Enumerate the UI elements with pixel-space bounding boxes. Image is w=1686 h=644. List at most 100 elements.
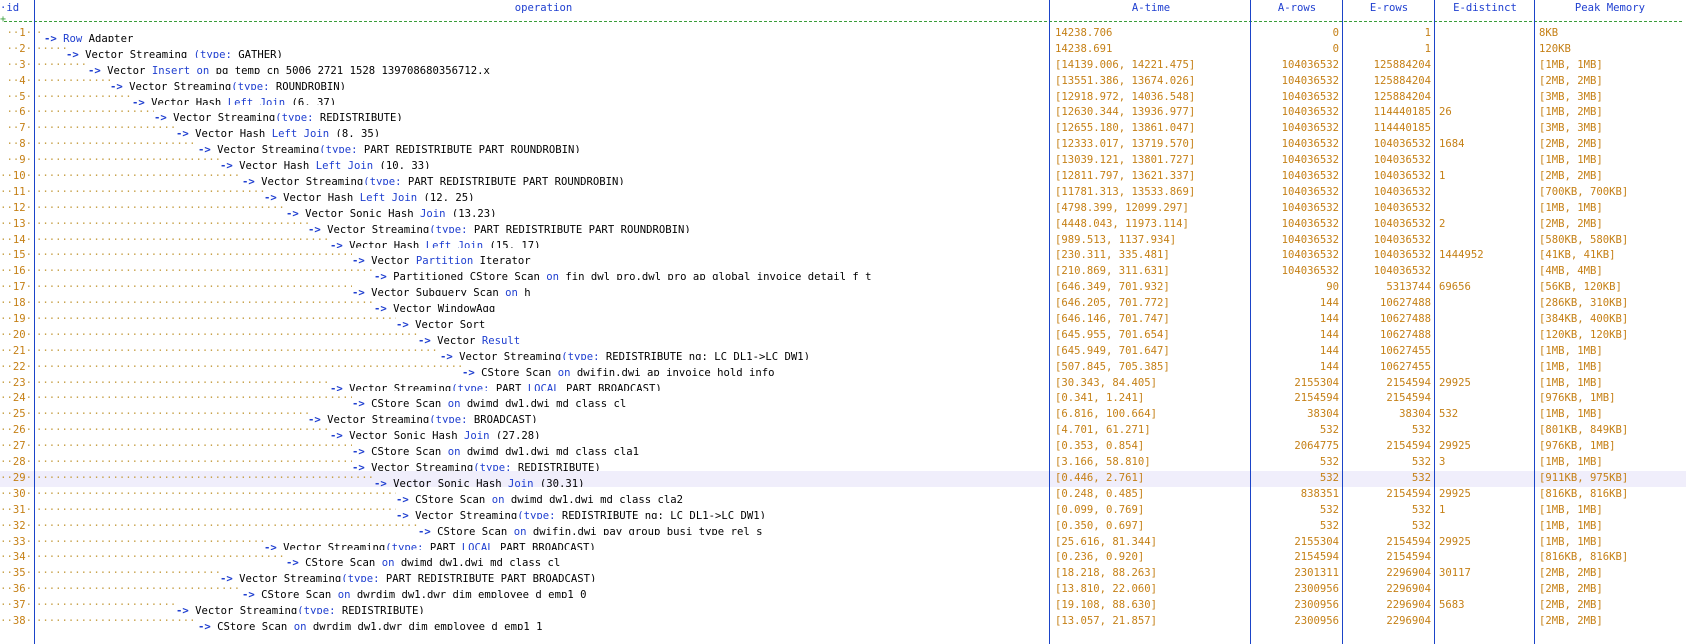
a-rows-cell-value: 144 [1319,313,1339,326]
row-id-tail: · [25,297,32,310]
e-rows-cell: 104036532 [1343,185,1435,201]
indent-dots: ·················· [36,90,132,103]
col-divider-5 [1434,0,1435,644]
e-rows-cell-value: 114440185 [1373,106,1431,119]
a-time-cell: [210.869, 311.631] [1051,264,1255,280]
col-header-operation[interactable]: operation [36,0,1051,17]
row-id-tail: · [25,74,32,87]
row-id-dots: ·· [0,503,13,516]
col-header-a-rows[interactable]: A-rows [1251,0,1343,17]
operation-keyword: on [381,557,395,567]
a-time-cell: [646.146, 701.747] [1051,312,1255,328]
operation-keyword: (type: [341,573,380,583]
operation-text: REDISTRIBUTE) [335,604,425,614]
operation-cell: ······························-> CStore … [36,614,1051,630]
row-id-value: 19 [12,313,26,326]
row-id: ··17· [0,280,36,296]
operation-cell: ········································… [36,439,1051,455]
tree-arrow-icon: -> [176,604,189,614]
operation-keyword: on [491,493,505,503]
operation-text: Vector Hash [239,160,316,170]
row-id-dots: ·· [0,440,13,453]
e-rows-cell: 532 [1343,519,1435,535]
a-time-cell-value: [3.166, 58.810] [1055,456,1151,469]
a-rows-cell-value: 2301311 [1294,567,1339,580]
a-rows-cell: 2154594 [1251,550,1343,566]
a-rows-cell: 104036532 [1251,217,1343,233]
peak-memory-cell: [1MB, 1MB] [1535,344,1686,360]
col-header-peak-memory[interactable]: Peak Memory [1535,0,1685,17]
indent-dots: ·································· [36,567,220,580]
e-rows-cell-value: 10627455 [1379,360,1431,373]
operation-cell: ······························-> Vector … [36,137,1051,153]
a-time-cell: [0.099, 0.769] [1051,503,1255,519]
row-id-tail: · [25,408,32,421]
row-id: ··1· [0,26,36,42]
operation-text: REDISTRIBUTE) [511,461,601,471]
e-rows-cell-value: 125884204 [1373,58,1431,71]
e-rows-cell: 38304 [1343,407,1435,423]
row-id-tail: · [25,170,32,183]
a-rows-cell: 104036532 [1251,58,1343,74]
row-id-dots: ·· [0,360,13,373]
row-id-value: 14 [12,233,26,246]
a-time-cell: 14238.706 [1051,26,1255,42]
a-rows-cell: 104036532 [1251,121,1343,137]
indent-dots: ········································… [36,185,264,198]
a-rows-cell-value: 2155304 [1294,376,1339,389]
row-id: ··31· [0,503,36,519]
peak-memory-cell-value: [1MB, 2MB] [1539,106,1603,119]
col-header-e-distinct[interactable]: E-distinct [1435,0,1535,17]
a-rows-cell: 104036532 [1251,185,1343,201]
peak-memory-cell: [801KB, 849KB] [1535,423,1686,439]
row-id: ··26· [0,423,36,439]
col-header-a-time[interactable]: A-time [1051,0,1251,17]
operation-text: fin_dwl_pro.dwl_pro_ap_global_invoice_de… [559,271,872,281]
operation-cell: ··-> Row Adapter [36,26,1051,42]
row-id-tail: · [25,599,32,612]
a-rows-cell: 104036532 [1251,233,1343,249]
row-id-dots: ·· [0,344,13,357]
a-time-cell-value: [0.099, 0.769] [1055,503,1145,516]
operation-text: CStore Scan [261,589,338,599]
row-id-dots: ·· [0,519,13,532]
operation-text: Vector Sonic Hash [305,207,420,217]
operation-cell: ··································-> Vec… [36,566,1051,582]
row-id-dots: ·· [0,614,13,627]
e-distinct-cell [1435,26,1539,42]
operation-keyword: (type: [429,414,468,424]
row-id-dots: ·· [0,392,13,405]
a-rows-cell: 2154594 [1251,391,1343,407]
peak-memory-cell-value: [2MB, 2MB] [1539,599,1603,612]
operation-text: Vector Streaming [85,48,194,58]
operation-text: CStore Scan [437,525,514,535]
e-distinct-cell [1435,74,1539,90]
e-rows-cell: 2154594 [1343,391,1435,407]
peak-memory-cell: [384KB, 400KB] [1535,312,1686,328]
e-rows-cell: 10627488 [1343,328,1435,344]
indent-dots: ······················ [36,106,154,119]
tree-arrow-icon: -> [330,382,343,392]
row-id: ··9· [0,153,36,169]
peak-memory-cell: [580KB, 580KB] [1535,233,1686,249]
peak-memory-cell-value: [3MB, 3MB] [1539,90,1603,103]
operation-cell: ········································… [36,233,1051,249]
operation-text: dwrdim_dw1.dwr_dim_employee_d emp1_0 [350,589,587,599]
row-id-value: 10 [12,170,26,183]
operation-text: BROADCAST) [467,414,538,424]
col-divider-6 [1534,0,1535,644]
indent-dots: ·································· [36,154,220,167]
operation-text: Vector Streaming [415,509,518,519]
col-header-e-rows[interactable]: E-rows [1343,0,1435,17]
row-id-dots: ·· [6,90,20,103]
e-rows-cell: 10627455 [1343,360,1435,376]
a-rows-cell-value: 532 [1319,503,1339,516]
e-distinct-cell [1435,582,1539,598]
row-id: ··11· [0,185,36,201]
e-rows-cell-value: 1 [1424,27,1431,39]
e-distinct-cell [1435,153,1539,169]
e-distinct-cell [1435,233,1539,249]
operation-keyword: Left Join [227,96,286,106]
peak-memory-cell: [1MB, 1MB] [1535,407,1686,423]
indent-dots: ········································… [36,297,374,310]
